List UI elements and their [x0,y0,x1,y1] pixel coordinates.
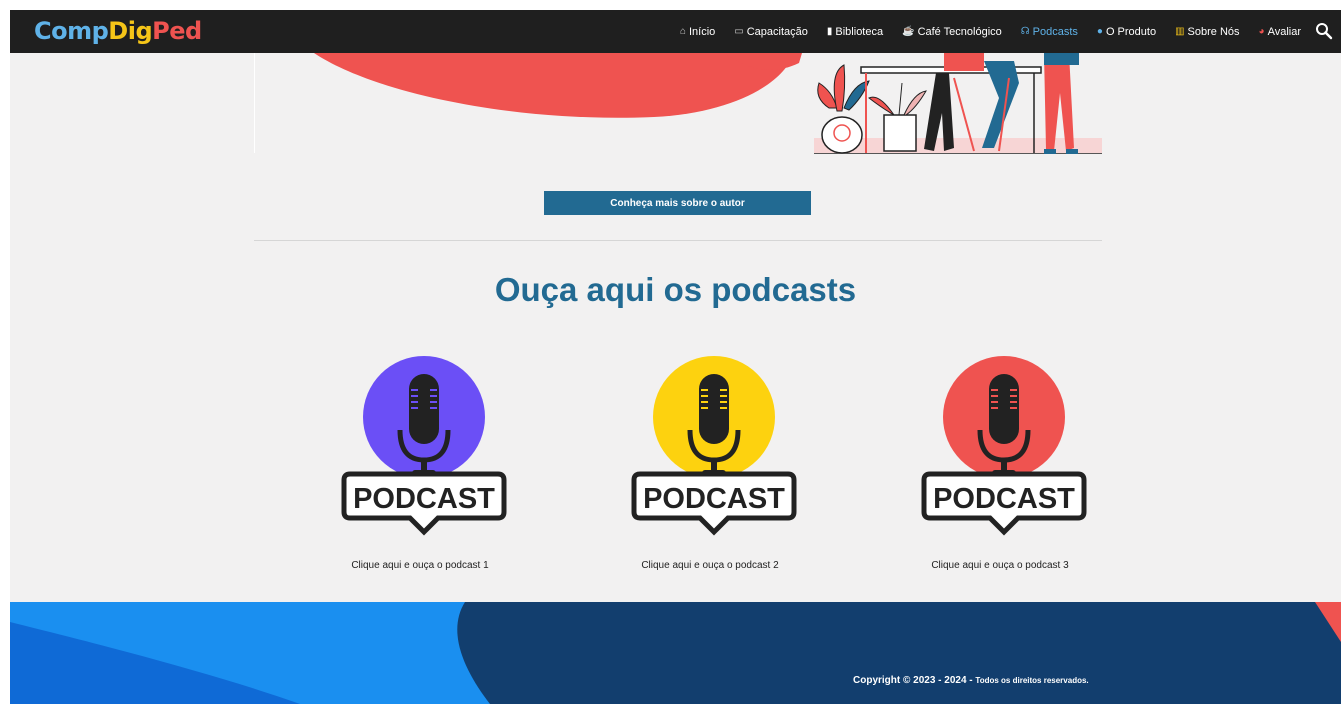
podcast-logo: PODCAST [631,356,797,536]
nav-item-início[interactable]: ⌂ Início [680,26,715,38]
nav-item-label: Capacitação [746,25,808,38]
nav-item-café-tecnológico[interactable]: ☕ Café Tecnológico [902,26,1002,38]
podcast-badge-text: PODCAST [353,483,495,515]
top-navbar: CompDigPed ⌂ Início ▭ Capacitação ▮ Bibliotec… [10,10,1341,53]
book-icon: ▮ [826,25,833,37]
podcast-badge-text: PODCAST [933,483,1075,515]
headphones-icon: ☊ [1020,25,1030,37]
logo-part: ig [127,17,153,45]
footer [10,602,1341,704]
coffee-icon: ☕ [902,25,915,37]
podcast-caption[interactable]: Clique aqui e ouça o podcast 1 [320,560,520,571]
books-icon: ▥ [1175,25,1185,37]
nav-item-label: Podcasts [1032,25,1078,38]
copyright-text: Copyright © 2023 - 2024 - Todos os direi… [853,675,1089,686]
podcast-card-1[interactable]: PODCAST Clique aqui e ouça o podcast 1 [320,352,520,572]
podcast-card-3[interactable]: PODCAST Clique aqui e ouça o podcast 3 [900,352,1100,572]
podcast-logo: PODCAST [341,356,507,536]
nav-item-avaliar[interactable]: ◕ Avaliar [1259,26,1301,38]
logo-part: Comp [34,17,109,45]
nav-item-label: Sobre Nós [1187,25,1240,38]
home-icon: ⌂ [679,25,686,37]
section-divider [254,240,1102,241]
logo-part: ed [169,17,202,45]
podcast-badge-text: PODCAST [643,483,785,515]
nav-item-label: Biblioteca [835,25,884,38]
main-menu: ⌂ Início ▭ Capacitação ▮ Biblioteca ☕ Café Tecn… [680,10,1301,53]
section-title: Ouça aqui os podcasts [494,271,857,308]
laptop-icon: ▭ [734,25,744,37]
podcast-card-2[interactable]: PODCAST Clique aqui e ouça o podcast 2 [610,352,810,572]
nav-item-capacitação[interactable]: ▭ Capacitação [734,26,808,38]
author-button[interactable]: Conheça mais sobre o autor [544,191,811,215]
nav-item-label: O Produto [1105,25,1157,38]
copyright-rights: Todos os direitos reservados. [975,676,1089,685]
podcast-caption[interactable]: Clique aqui e ouça o podcast 2 [610,560,810,571]
copyright-main: Copyright © 2023 - 2024 - [853,675,976,686]
logo-part: D [108,17,128,45]
page: CompDigPed ⌂ Início ▭ Capacitação ▮ Bibliotec… [10,10,1341,704]
nav-item-label: Início [688,25,716,38]
footer-background-shapes [10,602,1341,704]
nav-item-sobre-nós[interactable]: ▥ Sobre Nós [1175,26,1239,38]
nav-item-label: Café Tecnológico [917,25,1002,38]
search-icon[interactable] [1315,22,1333,40]
logo-part: P [152,17,170,45]
rating-icon: ◕ [1258,25,1265,37]
author-illustration [314,53,1102,154]
nav-item-biblioteca[interactable]: ▮ Biblioteca [827,26,883,38]
nav-item-podcasts[interactable]: ☊ Podcasts [1021,26,1078,38]
site-logo[interactable]: CompDigPed [34,16,202,46]
nav-item-o-produto[interactable]: ● O Produto [1097,26,1156,38]
location-pin-icon: ● [1096,25,1103,37]
podcast-logo: PODCAST [921,356,1087,536]
nav-item-label: Avaliar [1267,25,1301,38]
podcast-caption[interactable]: Clique aqui e ouça o podcast 3 [900,560,1100,571]
